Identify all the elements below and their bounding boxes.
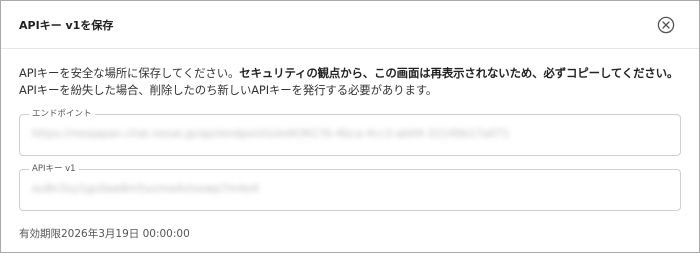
close-circle-icon [657,16,675,34]
message-intro: APIキーを安全な場所に保存してください。 [19,66,240,80]
dialog-title: APIキー v1を保存 [19,19,114,32]
api-key-field[interactable]: APIキー v1 eu8n3xy1gs0aw8m5uvma4vtxowp7m4e… [19,163,681,211]
api-key-value[interactable]: eu8n3xy1gs0aw8m5uvma4vtxowp7m4e4 [32,183,259,195]
close-button[interactable] [657,16,675,34]
endpoint-value[interactable]: https://neojapan.chat.neoai.jp/api/endpo… [32,128,510,140]
endpoint-field[interactable]: エンドポイント https://neojapan.chat.neoai.jp/a… [19,108,681,156]
endpoint-label: エンドポイント [29,108,95,120]
expiry-date: 有効期限2026年3月19日 00:00:00 [19,228,190,240]
save-warning-message: APIキーを安全な場所に保存してください。セキュリティの観点から、この画面は再表… [19,65,683,99]
message-lost-key-note: APIキーを紛失した場合、削除したのち新しいAPIキーを発行する必要があります。 [19,83,438,97]
dialog-header: APIキー v1を保存 [1,1,699,49]
api-key-label: APIキー v1 [29,163,79,175]
message-warning-bold: セキュリティの観点から、この画面は再表示されないため、必ずコピーしてください。 [239,66,679,80]
save-api-key-dialog: APIキー v1を保存 APIキーを安全な場所に保存してください。セキュリティの… [0,0,700,253]
